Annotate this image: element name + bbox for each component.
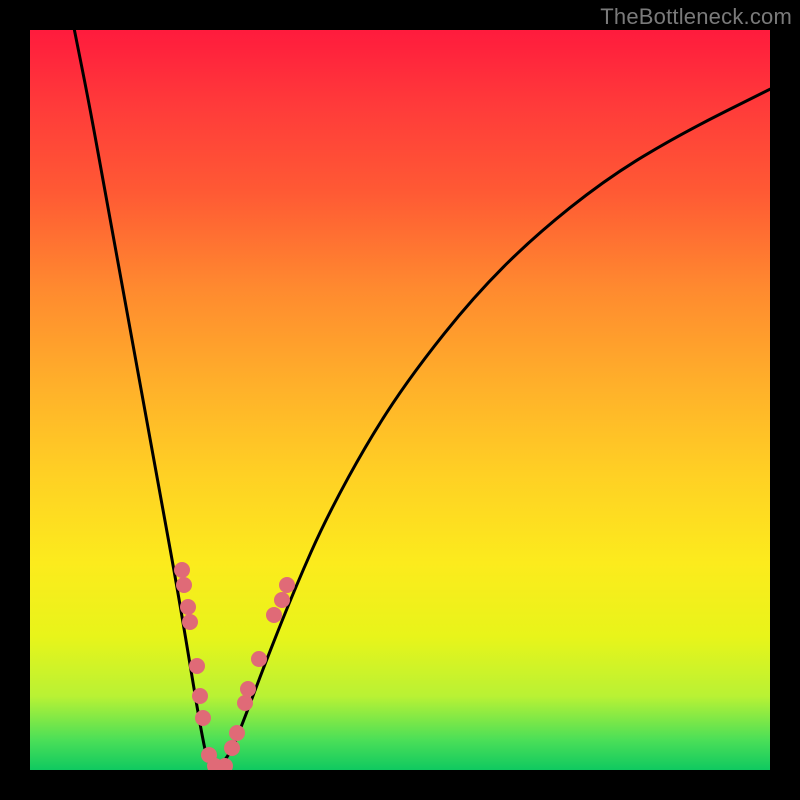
watermark-text: TheBottleneck.com <box>600 4 792 30</box>
data-marker <box>217 758 233 770</box>
data-marker <box>240 681 256 697</box>
data-marker <box>180 599 196 615</box>
data-marker <box>189 658 205 674</box>
data-marker <box>237 695 253 711</box>
data-marker <box>274 592 290 608</box>
data-marker <box>195 710 211 726</box>
chart-stage: TheBottleneck.com <box>0 0 800 800</box>
data-marker <box>174 562 190 578</box>
data-marker <box>279 577 295 593</box>
data-marker <box>192 688 208 704</box>
data-marker <box>266 607 282 623</box>
plot-area <box>30 30 770 770</box>
data-marker <box>224 740 240 756</box>
data-marker <box>182 614 198 630</box>
data-marker <box>176 577 192 593</box>
markers-layer <box>30 30 770 770</box>
data-marker <box>229 725 245 741</box>
data-marker <box>251 651 267 667</box>
